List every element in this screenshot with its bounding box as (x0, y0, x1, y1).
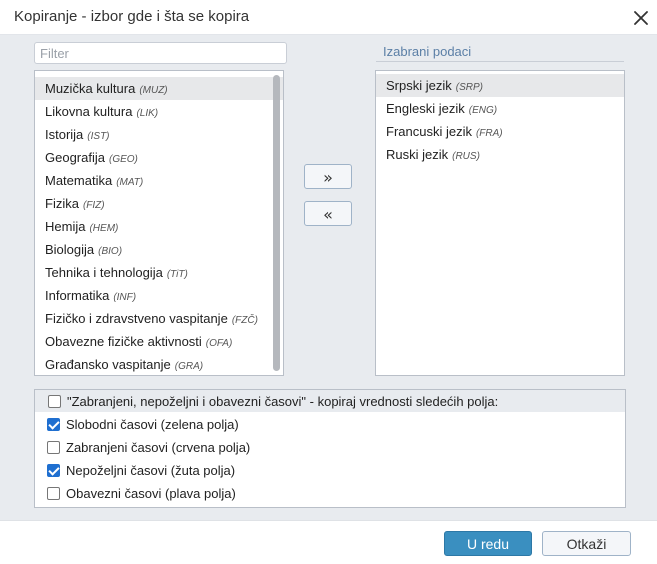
item-name: Fizika (45, 196, 79, 211)
list-item[interactable]: Ruski jezik (RUS) (376, 143, 624, 166)
selected-list-header: Izabrani podaci (383, 44, 472, 59)
item-name: Informatika (45, 288, 110, 303)
selected-list[interactable]: Srpski jezik (SRP) Engleski jezik (ENG) Fr… (375, 70, 625, 376)
item-name: Francuski jezik (386, 124, 472, 139)
item-code: (FRA) (475, 128, 503, 139)
item-code: (MAT) (116, 177, 144, 188)
item-code: (FIZ) (82, 200, 105, 211)
item-code: (SRP) (455, 82, 483, 93)
item-name: Biologija (45, 242, 95, 257)
item-name: Građansko vaspitanje (45, 357, 171, 372)
checkbox-icon[interactable] (47, 417, 60, 431)
forbidden-hours-checkbox[interactable]: Zabranjeni časovi (crvena polja) (47, 437, 250, 457)
item-name: Obavezne fizičke aktivnosti (45, 334, 202, 349)
list-item[interactable]: Srpski jezik (SRP) (376, 74, 624, 97)
item-name: Istorija (45, 127, 84, 142)
checkbox-icon[interactable] (47, 463, 60, 477)
item-name: Muzička kultura (45, 81, 136, 96)
item-code: (TiT) (166, 269, 188, 280)
ok-button[interactable]: U redu (444, 531, 532, 556)
filter-input[interactable] (34, 42, 287, 64)
item-name: Hemija (45, 219, 86, 234)
item-name: Ruski jezik (386, 147, 449, 162)
item-name: Geografija (45, 150, 105, 165)
checkbox-icon[interactable] (47, 486, 60, 500)
item-code: (GEO) (108, 154, 138, 165)
divider (376, 61, 624, 62)
checkbox-icon[interactable] (47, 440, 60, 454)
list-item[interactable]: Fizika (FIZ) (35, 192, 283, 215)
item-name: Engleski jezik (386, 101, 465, 116)
list-item[interactable]: Biologija (BIO) (35, 238, 283, 261)
item-code: (HEM) (89, 223, 119, 234)
checkbox-icon[interactable] (48, 394, 61, 408)
checkbox-label: Nepoželjni časovi (žuta polja) (66, 462, 236, 478)
list-item[interactable]: Likovna kultura (LIK) (35, 100, 283, 123)
list-item[interactable]: Muzička kultura (MUZ) (35, 77, 283, 100)
selected-items: Srpski jezik (SRP) Engleski jezik (ENG) Fr… (376, 71, 624, 166)
dialog-title: Kopiranje - izbor gde i šta se kopira (14, 8, 250, 25)
copy-options-list: Slobodni časovi (zelena polja) Zabranjen… (35, 412, 625, 507)
item-name: Tehnika i tehnologija (45, 265, 163, 280)
close-icon[interactable] (630, 7, 652, 29)
item-code: (ENG) (468, 105, 498, 116)
list-item[interactable]: Geografija (GEO) (35, 146, 283, 169)
list-item[interactable]: Hemija (HEM) (35, 215, 283, 238)
item-code: (GRA) (174, 361, 204, 372)
copy-dialog: Kopiranje - izbor gde i šta se kopira Mu… (0, 0, 657, 564)
add-selected-button[interactable]: » (304, 164, 352, 189)
list-item[interactable]: Informatika (INF) (35, 284, 283, 307)
available-list[interactable]: Muzička kultura (MUZ) Likovna kultura (LIK… (34, 70, 284, 376)
item-code: (MUZ) (139, 85, 168, 96)
item-name: Matematika (45, 173, 113, 188)
list-item[interactable]: Građansko vaspitanje (GRA) (35, 353, 283, 375)
copy-options-group: "Zabranjeni, nepoželjni i obavezni časov… (34, 389, 626, 508)
mandatory-hours-checkbox[interactable]: Obavezni časovi (plava polja) (47, 483, 236, 503)
copy-hours-master-checkbox[interactable]: "Zabranjeni, nepoželjni i obavezni časov… (48, 391, 498, 411)
item-code: (RUS) (452, 151, 480, 162)
list-item[interactable]: Francuski jezik (FRA) (376, 120, 624, 143)
dialog-footer: U redu Otkaži (0, 520, 657, 564)
item-code: (LIK) (136, 108, 159, 119)
checkbox-label: "Zabranjeni, nepoželjni i obavezni časov… (67, 393, 499, 409)
item-code: (IST) (87, 131, 110, 142)
title-bar: Kopiranje - izbor gde i šta se kopira (0, 0, 657, 35)
list-item[interactable]: Engleski jezik (ENG) (376, 97, 624, 120)
item-code: (OFA) (205, 338, 233, 349)
available-items: Muzička kultura (MUZ) Likovna kultura (LIK… (35, 71, 283, 375)
item-name: Fizičko i zdravstveno vaspitanje (45, 311, 228, 326)
available-list-scrollbar[interactable] (273, 75, 280, 371)
copy-options-header: "Zabranjeni, nepoželjni i obavezni časov… (35, 390, 625, 412)
item-name: Likovna kultura (45, 104, 133, 119)
item-code: (BIO) (98, 246, 123, 257)
item-name: Srpski jezik (386, 78, 452, 93)
list-item[interactable]: Obavezne fizičke aktivnosti (OFA) (35, 330, 283, 353)
checkbox-label: Zabranjeni časovi (crvena polja) (66, 439, 251, 455)
list-item[interactable]: Istorija (IST) (35, 123, 283, 146)
undesirable-hours-checkbox[interactable]: Nepoželjni časovi (žuta polja) (47, 460, 235, 480)
free-hours-checkbox[interactable]: Slobodni časovi (zelena polja) (47, 414, 239, 434)
checkbox-label: Slobodni časovi (zelena polja) (66, 416, 239, 432)
checkbox-label: Obavezni časovi (plava polja) (66, 485, 236, 501)
list-item[interactable]: Fizičko i zdravstveno vaspitanje (FZČ) (35, 307, 283, 330)
list-item[interactable]: Tehnika i tehnologija (TiT) (35, 261, 283, 284)
cancel-button[interactable]: Otkaži (542, 531, 631, 556)
item-code: (FZČ) (231, 315, 258, 326)
list-item[interactable]: Matematika (MAT) (35, 169, 283, 192)
remove-selected-button[interactable]: « (304, 201, 352, 226)
item-code: (INF) (113, 292, 137, 303)
